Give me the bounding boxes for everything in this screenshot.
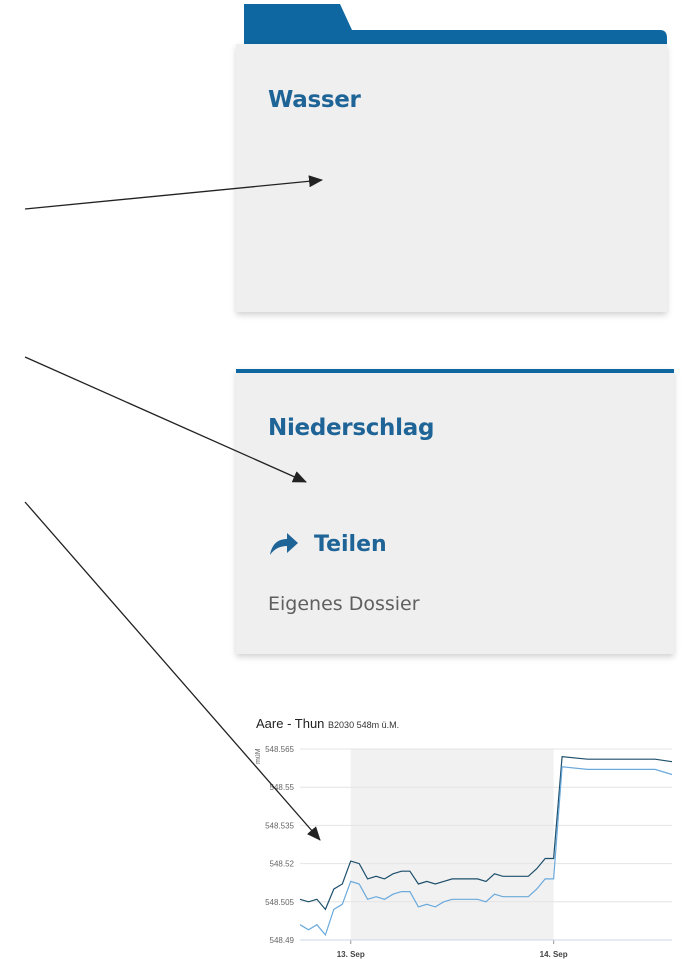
x-tick-label: 13. Sep <box>337 950 365 959</box>
shaded-day-band <box>350 749 554 940</box>
x-tick-label: 14. Sep <box>540 950 568 959</box>
y-tick-label: 548.535 <box>265 821 294 830</box>
y-tick-label: 548.49 <box>270 936 295 945</box>
y-tick-label: 548.565 <box>265 745 294 754</box>
y-tick-label: 548.55 <box>270 783 295 792</box>
y-tick-label: 548.52 <box>270 860 295 869</box>
y-tick-label: 548.505 <box>265 898 294 907</box>
y-axis-label: müM <box>255 748 262 764</box>
water-level-chart: 548.49 548.505 548.52 548.535 548.55 548.565m… <box>255 745 673 959</box>
